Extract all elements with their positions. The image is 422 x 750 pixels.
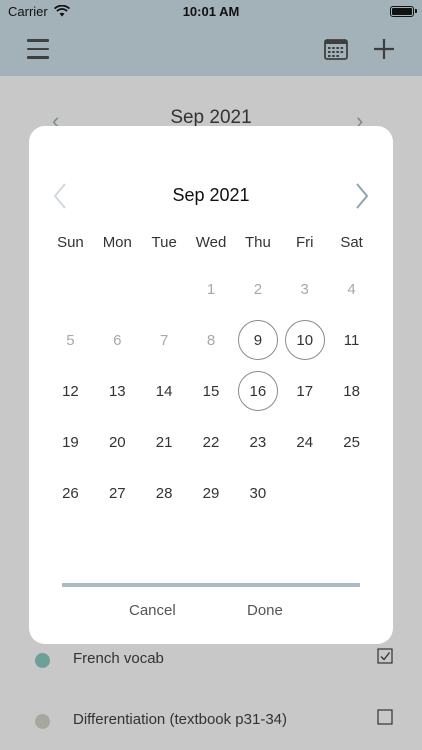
task-color-dot	[35, 653, 50, 668]
calendar-icon[interactable]	[324, 38, 348, 60]
status-bar: Carrier 10:01 AM	[0, 0, 422, 22]
done-button[interactable]: Done	[247, 602, 283, 619]
weekday-label: Sun	[57, 234, 84, 251]
calendar-month-title: Sep 2021	[172, 185, 250, 205]
calendar-week-row: 19 20 21 22 23 24 25	[47, 422, 375, 462]
calendar-day-cell[interactable]: 1	[188, 269, 235, 309]
calendar-day-cell[interactable]: 5	[47, 320, 94, 360]
calendar-day-cell	[47, 269, 94, 309]
calendar-day-cell[interactable]: 10	[281, 320, 328, 360]
calendar-day-cell[interactable]: 30	[234, 473, 281, 513]
calendar-day-cell[interactable]: 8	[188, 320, 235, 360]
calendar-day-cell[interactable]: 26	[47, 473, 94, 513]
weekday-label: Mon	[102, 234, 132, 251]
weekday-label: Tue	[151, 234, 177, 251]
calendar-day-cell[interactable]: 6	[94, 320, 141, 360]
calendar-day-cell[interactable]: 4	[328, 269, 375, 309]
calendar-day-cell[interactable]: 14	[141, 371, 188, 411]
calendar-day-cell[interactable]: 24	[281, 422, 328, 462]
calendar-day-cell[interactable]: 25	[328, 422, 375, 462]
cancel-button[interactable]: Cancel	[129, 602, 176, 619]
calendar-day-cell[interactable]: 29	[188, 473, 235, 513]
calendar-day-cell[interactable]: 17	[281, 371, 328, 411]
picker-actions: Cancel Done	[29, 602, 393, 626]
nav-bar	[0, 22, 422, 76]
calendar-day-cell[interactable]: 18	[328, 371, 375, 411]
calendar-day-cell[interactable]: 13	[94, 371, 141, 411]
task-label: Differentiation (textbook p31-34)	[73, 711, 288, 728]
calendar-day-cell[interactable]: 22	[188, 422, 235, 462]
wifi-icon	[53, 5, 70, 17]
weekday-label: Sat	[340, 234, 363, 251]
weekday-header-row: Sun Mon Tue Wed Thu Fri Sat	[47, 234, 375, 251]
calendar-day-cell	[328, 473, 375, 513]
calendar-day-cell[interactable]: 7	[141, 320, 188, 360]
calendar-day-cell[interactable]: 3	[281, 269, 328, 309]
calendar-week-row: 26 27 28 29 30	[47, 473, 375, 513]
status-left: Carrier	[8, 4, 70, 19]
task-color-dot	[35, 714, 50, 729]
weekday-label: Thu	[244, 234, 271, 251]
calendar-day-cell[interactable]: 20	[94, 422, 141, 462]
calendar-day-cell	[141, 269, 188, 309]
checked-checkbox-icon[interactable]	[377, 648, 393, 664]
calendar-day-cell[interactable]: 19	[47, 422, 94, 462]
calendar-day-cell[interactable]: 21	[141, 422, 188, 462]
calendar-week-row: 12 13 14 15 16 17 18	[47, 371, 375, 411]
calendar-day-cell[interactable]: 15	[188, 371, 235, 411]
next-month-chevron-icon[interactable]	[353, 182, 371, 210]
weekday-label: Fri	[295, 234, 314, 251]
calendar-day-cell[interactable]: 28	[141, 473, 188, 513]
calendar-day-cell	[281, 473, 328, 513]
carrier-label: Carrier	[8, 3, 48, 19]
calendar-week-row: 1 2 3 4	[47, 269, 375, 309]
date-picker-modal: Sep 2021 Sun Mon Tue Wed Thu Fri Sat 1 2…	[29, 126, 393, 644]
calendar-day-cell[interactable]: 23	[234, 422, 281, 462]
unchecked-checkbox-icon[interactable]	[377, 709, 393, 725]
calendar-day-cell[interactable]: 16	[234, 371, 281, 411]
calendar-day-cell[interactable]: 12	[47, 371, 94, 411]
task-item[interactable]: Differentiation (textbook p31-34)	[0, 706, 422, 736]
calendar-week-row: 5 6 7 8 9 10 11	[47, 320, 375, 360]
calendar-day-cell[interactable]: 9	[234, 320, 281, 360]
battery-icon	[390, 5, 417, 17]
add-icon[interactable]	[372, 37, 396, 61]
calendar-day-cell	[94, 269, 141, 309]
task-item[interactable]: French vocab	[0, 645, 422, 675]
calendar-day-cell[interactable]: 2	[234, 269, 281, 309]
task-label: French vocab	[73, 650, 164, 667]
calendar-day-cell[interactable]: 11	[328, 320, 375, 360]
hamburger-menu-icon[interactable]	[27, 39, 49, 59]
weekday-label: Wed	[195, 234, 227, 251]
picker-divider-bar	[62, 583, 360, 587]
calendar-day-cell[interactable]: 27	[94, 473, 141, 513]
